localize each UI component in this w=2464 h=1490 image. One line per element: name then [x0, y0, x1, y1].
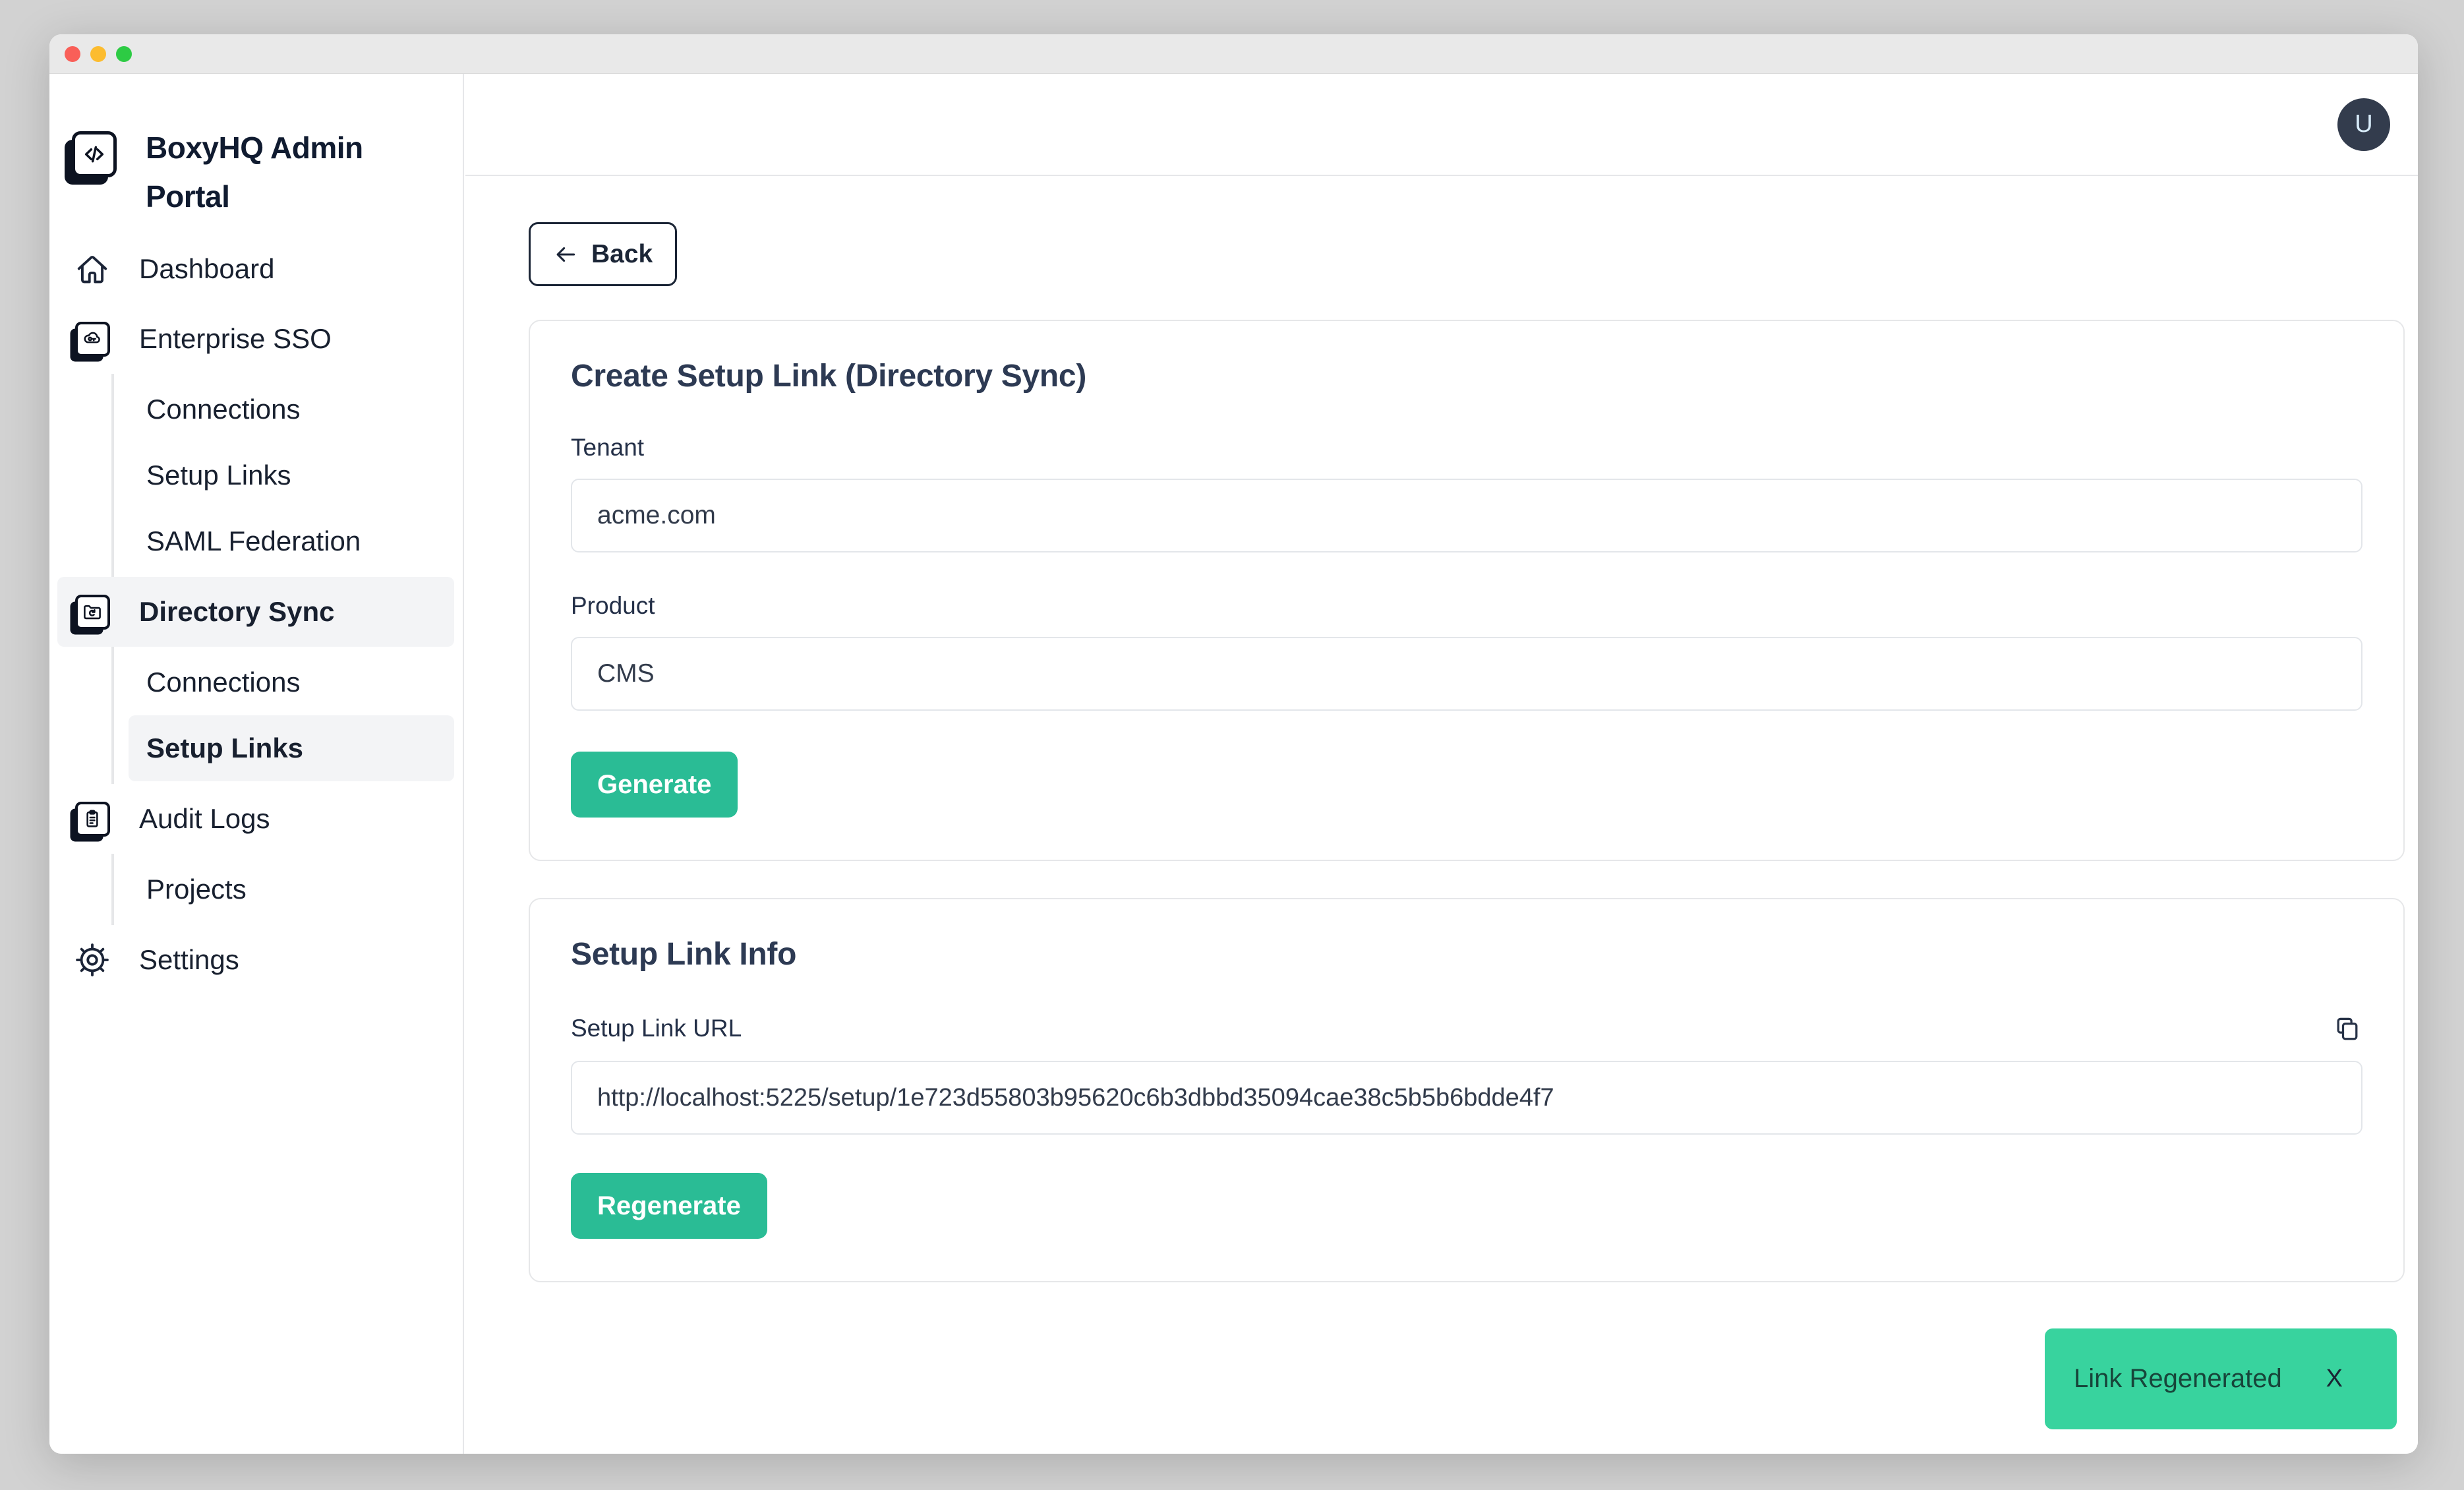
sidebar-item-dsync-connections[interactable]: Connections: [129, 649, 454, 715]
sidebar-item-saml-federation[interactable]: SAML Federation: [129, 508, 454, 574]
sidebar-item-projects[interactable]: Projects: [129, 856, 454, 922]
regenerate-button[interactable]: Regenerate: [571, 1173, 767, 1239]
home-icon: [71, 251, 114, 287]
audit-logs-icon: [71, 802, 114, 837]
directory-sync-icon: [71, 595, 114, 630]
back-button[interactable]: Back: [529, 222, 677, 286]
setup-link-url-label: Setup Link URL: [571, 1015, 742, 1042]
create-setup-link-card: Create Setup Link (Directory Sync) Tenan…: [529, 320, 2405, 861]
product-label: Product: [571, 592, 2362, 620]
avatar[interactable]: U: [2337, 98, 2390, 151]
tenant-input[interactable]: [571, 479, 2362, 552]
generate-button[interactable]: Generate: [571, 752, 738, 818]
directory-sync-subgroup: Connections Setup Links: [111, 647, 454, 784]
arrow-left-icon: [553, 242, 578, 267]
sidebar-item-dashboard[interactable]: Dashboard: [57, 234, 454, 304]
sidebar-item-label: Settings: [139, 944, 239, 976]
app-window: BoxyHQ Admin Portal Dashboard: [49, 34, 2418, 1454]
sidebar-item-audit-logs[interactable]: Audit Logs: [57, 784, 454, 854]
sidebar-item-sso-connections[interactable]: Connections: [129, 376, 454, 442]
info-card-title: Setup Link Info: [571, 936, 2362, 972]
sidebar-nav: Dashboard Enterprise SSO Connect: [49, 234, 463, 995]
top-header: U: [465, 74, 2418, 176]
close-window-button[interactable]: [65, 46, 80, 62]
sidebar-item-label: Dashboard: [139, 253, 274, 285]
audit-logs-subgroup: Projects: [111, 854, 454, 925]
brand: BoxyHQ Admin Portal: [72, 123, 450, 221]
gear-icon: [71, 942, 114, 978]
sidebar: BoxyHQ Admin Portal Dashboard: [49, 74, 464, 1454]
sidebar-item-dsync-setup-links[interactable]: Setup Links: [129, 715, 454, 781]
window-titlebar: [49, 34, 2418, 74]
app-title: BoxyHQ Admin Portal: [146, 123, 390, 221]
enterprise-sso-subgroup: Connections Setup Links SAML Federation: [111, 374, 454, 577]
back-button-label: Back: [591, 240, 653, 269]
sidebar-item-directory-sync[interactable]: Directory Sync: [57, 577, 454, 647]
copy-url-button[interactable]: [2332, 1013, 2362, 1044]
copy-icon: [2332, 1013, 2362, 1044]
sidebar-item-enterprise-sso[interactable]: Enterprise SSO: [57, 304, 454, 374]
url-label-row: Setup Link URL: [571, 1013, 2362, 1044]
main-content: Back Create Setup Link (Directory Sync) …: [465, 176, 2418, 1454]
enterprise-sso-icon: [71, 322, 114, 357]
toast-close-button[interactable]: X: [2326, 1365, 2343, 1393]
setup-link-url-input[interactable]: [571, 1061, 2362, 1135]
zoom-window-button[interactable]: [116, 46, 132, 62]
sidebar-item-sso-setup-links[interactable]: Setup Links: [129, 442, 454, 508]
sidebar-item-label: Audit Logs: [139, 803, 270, 835]
toast-notification: Link Regenerated X: [2045, 1328, 2397, 1429]
tenant-label: Tenant: [571, 434, 2362, 462]
sidebar-item-label: Directory Sync: [139, 596, 334, 628]
minimize-window-button[interactable]: [90, 46, 106, 62]
create-card-title: Create Setup Link (Directory Sync): [571, 358, 2362, 394]
product-input[interactable]: [571, 637, 2362, 711]
setup-link-info-card: Setup Link Info Setup Link URL Regenerat…: [529, 898, 2405, 1282]
sidebar-item-settings[interactable]: Settings: [57, 925, 454, 995]
sidebar-item-label: Enterprise SSO: [139, 323, 332, 355]
toast-message: Link Regenerated: [2074, 1364, 2282, 1394]
boxyhq-logo-icon: [72, 131, 117, 177]
avatar-initial: U: [2355, 110, 2372, 138]
